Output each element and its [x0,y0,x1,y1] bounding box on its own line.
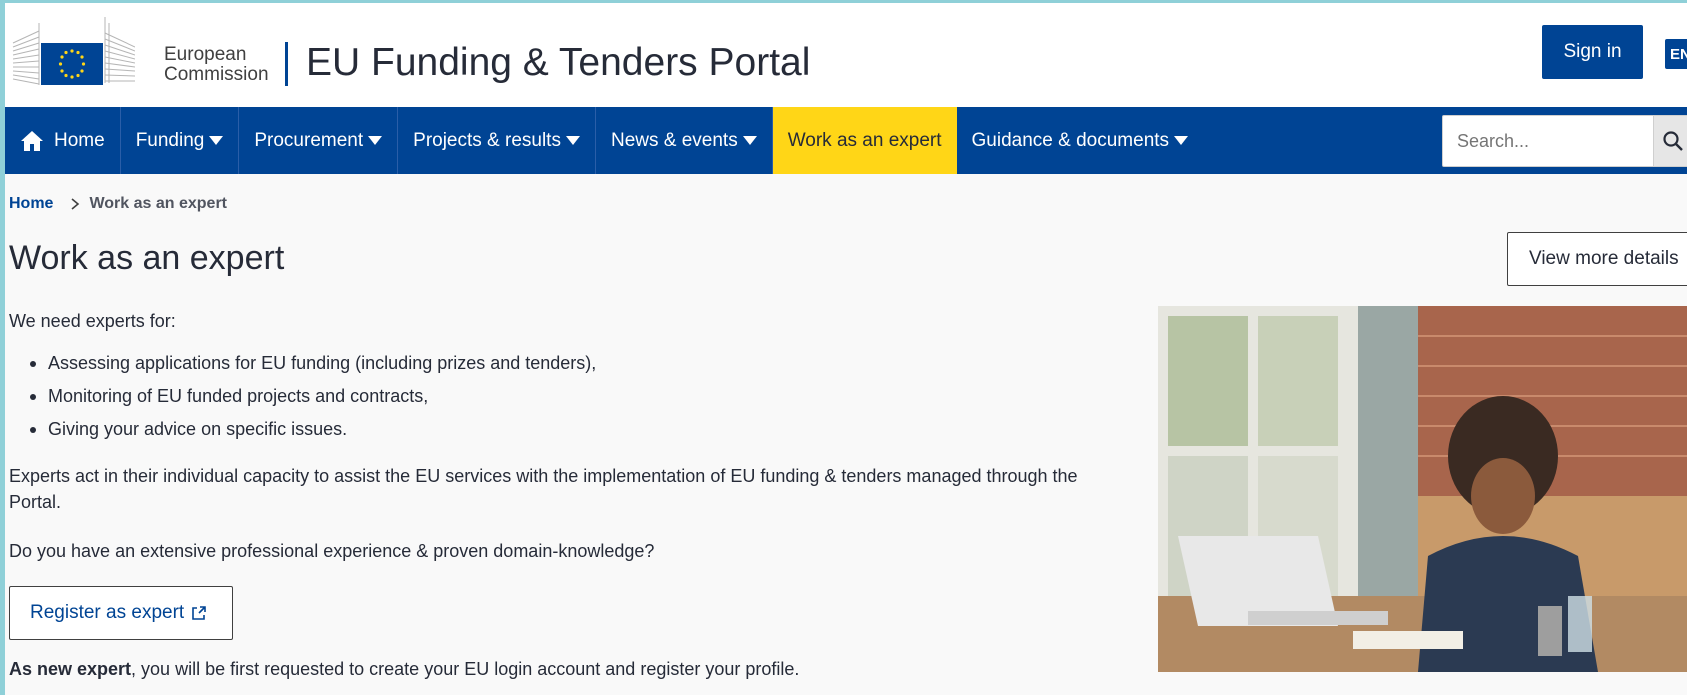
caret-down-icon [565,136,580,145]
chevron-right-icon [71,198,80,210]
list-item: Giving your advice on specific issues. [9,416,596,449]
caret-down-icon [368,136,383,145]
expert-working-photo [1158,306,1687,672]
nav-item-procurement[interactable]: Procurement [239,107,399,174]
header-divider [285,42,288,86]
nav-item-guidance-documents[interactable]: Guidance & documents [957,107,1204,174]
experts-description: Experts act in their individual capacity… [9,466,1078,512]
search-input[interactable] [1442,115,1654,167]
breadcrumb-current: Work as an expert [89,195,227,212]
expert-tasks-list: Assessing applications for EU funding (i… [9,350,596,449]
caret-down-icon [742,136,757,145]
nav-item-projects-results[interactable]: Projects & results [398,107,596,174]
experience-question: Do you have an extensive professional ex… [9,541,655,561]
list-item: Assessing applications for EU funding (i… [9,350,596,383]
list-item: Monitoring of EU funded projects and con… [9,383,596,416]
nav-item-label: Projects & results [413,129,561,151]
sign-in-button[interactable]: Sign in [1542,25,1643,79]
caret-down-icon [209,136,224,145]
language-selector[interactable]: EN [1665,39,1687,69]
nav-item-home[interactable]: Home [5,107,121,174]
site-header: European Commission EU Funding & Tenders… [5,3,1687,107]
page: European Commission EU Funding & Tenders… [5,3,1687,695]
caret-down-icon [1174,136,1189,145]
nav-item-work-as-expert[interactable]: Work as an expert [772,107,957,174]
new-expert-note: As new expert, you will be first request… [9,659,800,679]
nav-item-news-events[interactable]: News & events [596,107,773,174]
organisation-name: European Commission [164,44,269,85]
home-icon [21,130,43,151]
main-navigation: Home Funding Procurement Projects & resu… [5,107,1687,174]
nav-item-label: Funding [135,129,205,151]
nav-item-label: Home [54,129,105,151]
intro-text: We need experts for: [9,311,176,331]
site-title[interactable]: EU Funding & Tenders Portal [306,41,810,85]
nav-item-label: News & events [610,129,738,151]
register-label: Register as expert [30,602,185,623]
search-icon [1663,131,1683,151]
page-title: Work as an expert [9,239,285,277]
nav-item-funding[interactable]: Funding [121,107,240,174]
nav-item-label: Guidance & documents [971,129,1170,151]
view-more-details-button[interactable]: View more details [1507,232,1687,286]
nav-item-label: Work as an expert [787,129,942,151]
external-link-icon [192,606,206,620]
register-as-expert-button[interactable]: Register as expert [9,586,233,640]
european-commission-logo[interactable] [11,13,135,89]
search-button[interactable] [1653,115,1687,167]
nav-item-label: Procurement [254,129,364,151]
breadcrumb-home-link[interactable]: Home [9,195,53,213]
breadcrumb: Home Work as an expert [9,195,227,213]
